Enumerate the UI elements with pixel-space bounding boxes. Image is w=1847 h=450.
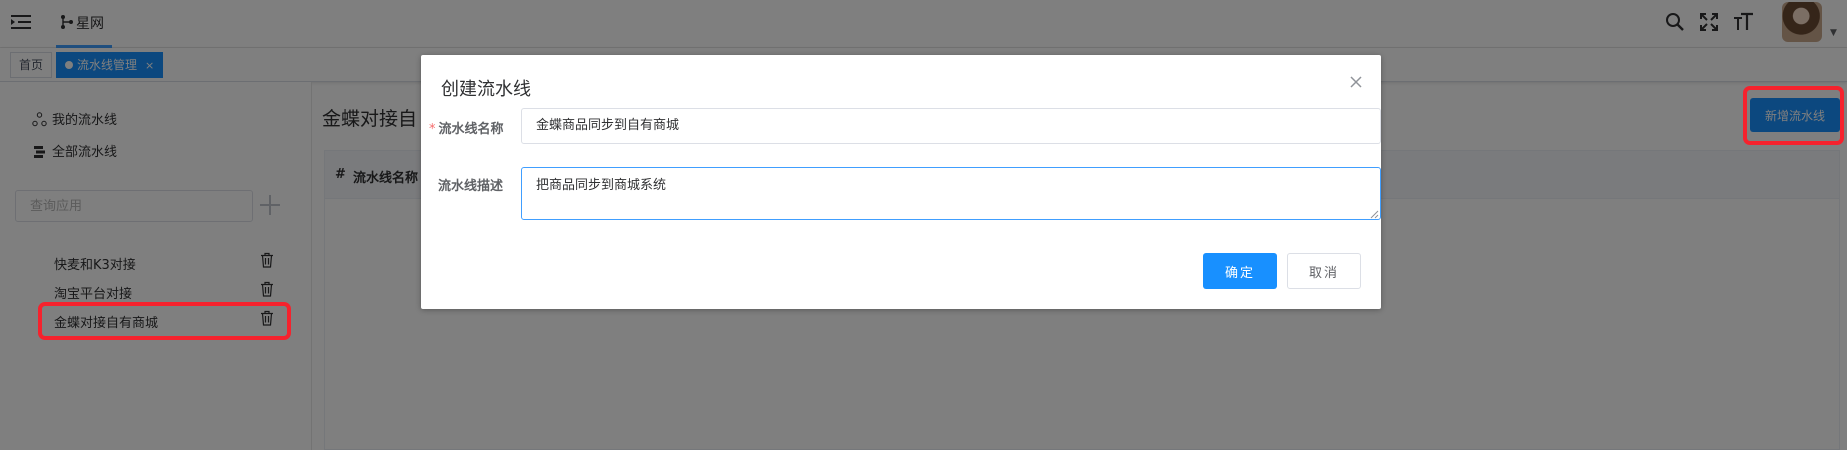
- required-mark: *: [429, 122, 436, 137]
- highlight-box-add-button: [1743, 86, 1844, 145]
- resize-handle-icon[interactable]: [1370, 210, 1379, 219]
- highlight-box-app-item: [38, 302, 291, 340]
- desc-label: 流水线描述: [438, 179, 504, 194]
- close-icon[interactable]: [1349, 75, 1363, 89]
- confirm-button[interactable]: 确定: [1203, 253, 1277, 289]
- name-label-text: 流水线名称: [438, 122, 504, 137]
- pipeline-description-textarea[interactable]: 把商品同步到商城系统: [521, 167, 1381, 220]
- dialog-title: 创建流水线: [441, 79, 531, 100]
- name-label: * 流水线名称: [429, 118, 504, 137]
- create-pipeline-dialog: 创建流水线 * 流水线名称 金蝶商品同步到自有商城 流水线描述 把商品同步到商城系…: [421, 55, 1381, 309]
- pipeline-name-input[interactable]: 金蝶商品同步到自有商城: [521, 108, 1381, 144]
- cancel-button[interactable]: 取消: [1287, 253, 1361, 289]
